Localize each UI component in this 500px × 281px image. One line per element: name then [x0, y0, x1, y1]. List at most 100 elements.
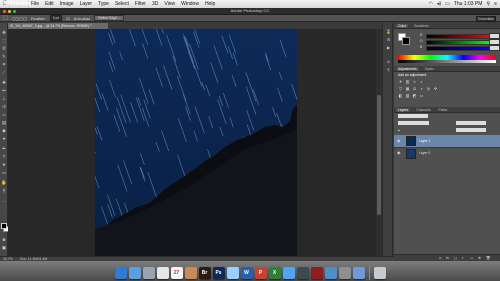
- link-layers-icon[interactable]: ∞: [439, 256, 442, 260]
- menu-select[interactable]: Select: [112, 1, 132, 7]
- iphoto-icon[interactable]: [324, 267, 337, 279]
- finder-icon[interactable]: [114, 267, 127, 279]
- trash-icon[interactable]: [373, 267, 386, 279]
- scrollbar-thumb[interactable]: [377, 95, 381, 215]
- healing-tool-icon[interactable]: ✚: [2, 80, 7, 85]
- workspace-switcher[interactable]: Essentials: [476, 16, 496, 22]
- refine-edge-button[interactable]: Refine Edge...: [94, 15, 124, 21]
- brush-tool-icon[interactable]: ✏: [2, 88, 7, 93]
- antialias-checkbox[interactable]: ☑: [66, 16, 70, 21]
- tab-color[interactable]: Color: [396, 23, 409, 28]
- new-selection-icon[interactable]: ▢▢▢▢: [12, 16, 27, 21]
- blur-tool-icon[interactable]: ◆: [2, 128, 7, 133]
- tab-styles[interactable]: Styles: [423, 67, 436, 71]
- opacity-field[interactable]: [456, 121, 486, 125]
- facetime-icon[interactable]: [296, 267, 309, 279]
- green-slider[interactable]: [426, 40, 490, 45]
- menu-filter[interactable]: Filter: [132, 1, 149, 7]
- brightness-contrast-icon[interactable]: ☀: [398, 79, 403, 84]
- spotlight-icon[interactable]: ⚲: [486, 1, 490, 7]
- sysprefs-icon[interactable]: [338, 267, 351, 279]
- visibility-eye-icon[interactable]: ◉: [397, 151, 401, 155]
- photoshop-icon[interactable]: Ps: [212, 267, 225, 279]
- new-layer-icon[interactable]: ⊕: [478, 256, 481, 260]
- exposure-icon[interactable]: ◐: [419, 79, 424, 84]
- photos-icon[interactable]: [184, 267, 197, 279]
- gradient-tool-icon[interactable]: ▤: [2, 120, 7, 125]
- layer-filter-dropdown[interactable]: [398, 114, 428, 118]
- clone-stamp-tool-icon[interactable]: ⊥: [2, 96, 7, 101]
- properties-panel-icon[interactable]: ☰: [386, 37, 391, 42]
- mask-icon[interactable]: ◻: [454, 256, 457, 260]
- color-spectrum-bar[interactable]: [398, 55, 496, 63]
- tab-paths[interactable]: Paths: [437, 108, 450, 112]
- screen-mode-icon[interactable]: ▣: [2, 245, 7, 250]
- vibrance-icon[interactable]: ▽: [398, 86, 403, 91]
- lasso-tool-icon[interactable]: ᘓ: [2, 46, 7, 51]
- blend-mode-dropdown[interactable]: [398, 121, 429, 125]
- marquee-tool-icon[interactable]: ⬚: [2, 38, 7, 43]
- battery-icon[interactable]: ▭: [445, 1, 450, 7]
- history-panel-icon[interactable]: ⌛: [386, 29, 391, 34]
- foreground-background-swatches[interactable]: [1, 223, 9, 232]
- color-balance-icon[interactable]: ⚖: [412, 86, 417, 91]
- posterize-icon[interactable]: ▨: [405, 93, 410, 98]
- fx-icon[interactable]: fx: [446, 256, 449, 260]
- blue-value[interactable]: [489, 45, 500, 51]
- path-select-tool-icon[interactable]: ➤: [2, 162, 7, 167]
- crop-tool-icon[interactable]: ⌗: [2, 62, 7, 67]
- layer-row-selected[interactable]: ◉ Layer 1: [394, 135, 500, 147]
- visibility-eye-icon[interactable]: ◉: [397, 139, 401, 143]
- fill-field[interactable]: [456, 128, 486, 132]
- photo-booth-icon[interactable]: [310, 267, 323, 279]
- canvas-area[interactable]: [8, 29, 382, 256]
- type-tool-icon[interactable]: T: [2, 154, 7, 159]
- menu-edit[interactable]: Edit: [42, 1, 57, 7]
- curves-icon[interactable]: ∿: [412, 79, 417, 84]
- tab-channels[interactable]: Channels: [414, 108, 432, 112]
- menu-view[interactable]: View: [161, 1, 178, 7]
- blue-slider[interactable]: [426, 46, 490, 51]
- character-panel-icon[interactable]: A: [386, 59, 391, 64]
- wifi-icon[interactable]: ◠: [428, 1, 432, 7]
- quick-mask-icon[interactable]: ◙: [2, 237, 7, 242]
- messages-icon[interactable]: [282, 267, 295, 279]
- excel-icon[interactable]: X: [268, 267, 281, 279]
- menu-file[interactable]: File: [28, 1, 42, 7]
- menu-layer[interactable]: Layer: [77, 1, 96, 7]
- hue-saturation-icon[interactable]: ▦: [405, 86, 410, 91]
- foreground-color-swatch[interactable]: [1, 223, 7, 229]
- menu-image[interactable]: Image: [57, 1, 77, 7]
- safari-icon[interactable]: [128, 267, 141, 279]
- trash-icon[interactable]: 🗑︎: [486, 256, 490, 260]
- bridge-icon[interactable]: Br: [198, 267, 211, 279]
- clock[interactable]: Thu 1:03 PM: [454, 1, 483, 7]
- menu-type[interactable]: Type: [95, 1, 112, 7]
- black-white-icon[interactable]: ◑: [419, 86, 424, 91]
- quick-select-tool-icon[interactable]: ✎: [2, 54, 7, 59]
- lock-icons[interactable]: 🔒︎: [398, 128, 400, 132]
- pen-tool-icon[interactable]: ✒: [2, 146, 7, 151]
- layer-name[interactable]: Layer 0: [419, 151, 430, 155]
- channel-mixer-icon[interactable]: ✣: [433, 86, 438, 91]
- finder-window-icon[interactable]: [226, 267, 239, 279]
- color-panel-bg-swatch[interactable]: [402, 37, 410, 45]
- history-brush-tool-icon[interactable]: ↺: [2, 104, 7, 109]
- rocket-icon[interactable]: [142, 267, 155, 279]
- levels-icon[interactable]: ▥: [405, 79, 410, 84]
- volume-icon[interactable]: ◂): [437, 1, 441, 7]
- layer-row[interactable]: ◉ Layer 0: [394, 147, 500, 159]
- shape-tool-icon[interactable]: ▭: [2, 170, 7, 175]
- menu-help[interactable]: Help: [202, 1, 218, 7]
- group-icon[interactable]: ▭: [470, 256, 473, 260]
- document-canvas[interactable]: [95, 29, 297, 256]
- word-icon[interactable]: W: [240, 267, 253, 279]
- notifications-icon[interactable]: ≡: [494, 1, 497, 7]
- feather-input[interactable]: 0 px: [49, 15, 63, 21]
- gradient-map-icon[interactable]: ▭: [419, 93, 424, 98]
- eraser-tool-icon[interactable]: ▱: [2, 112, 7, 117]
- move-tool-icon[interactable]: ✥: [2, 30, 7, 35]
- dodge-tool-icon[interactable]: ●: [2, 136, 7, 141]
- zoom-tool-icon[interactable]: ⚲: [2, 188, 7, 193]
- powerpoint-icon[interactable]: P: [254, 267, 267, 279]
